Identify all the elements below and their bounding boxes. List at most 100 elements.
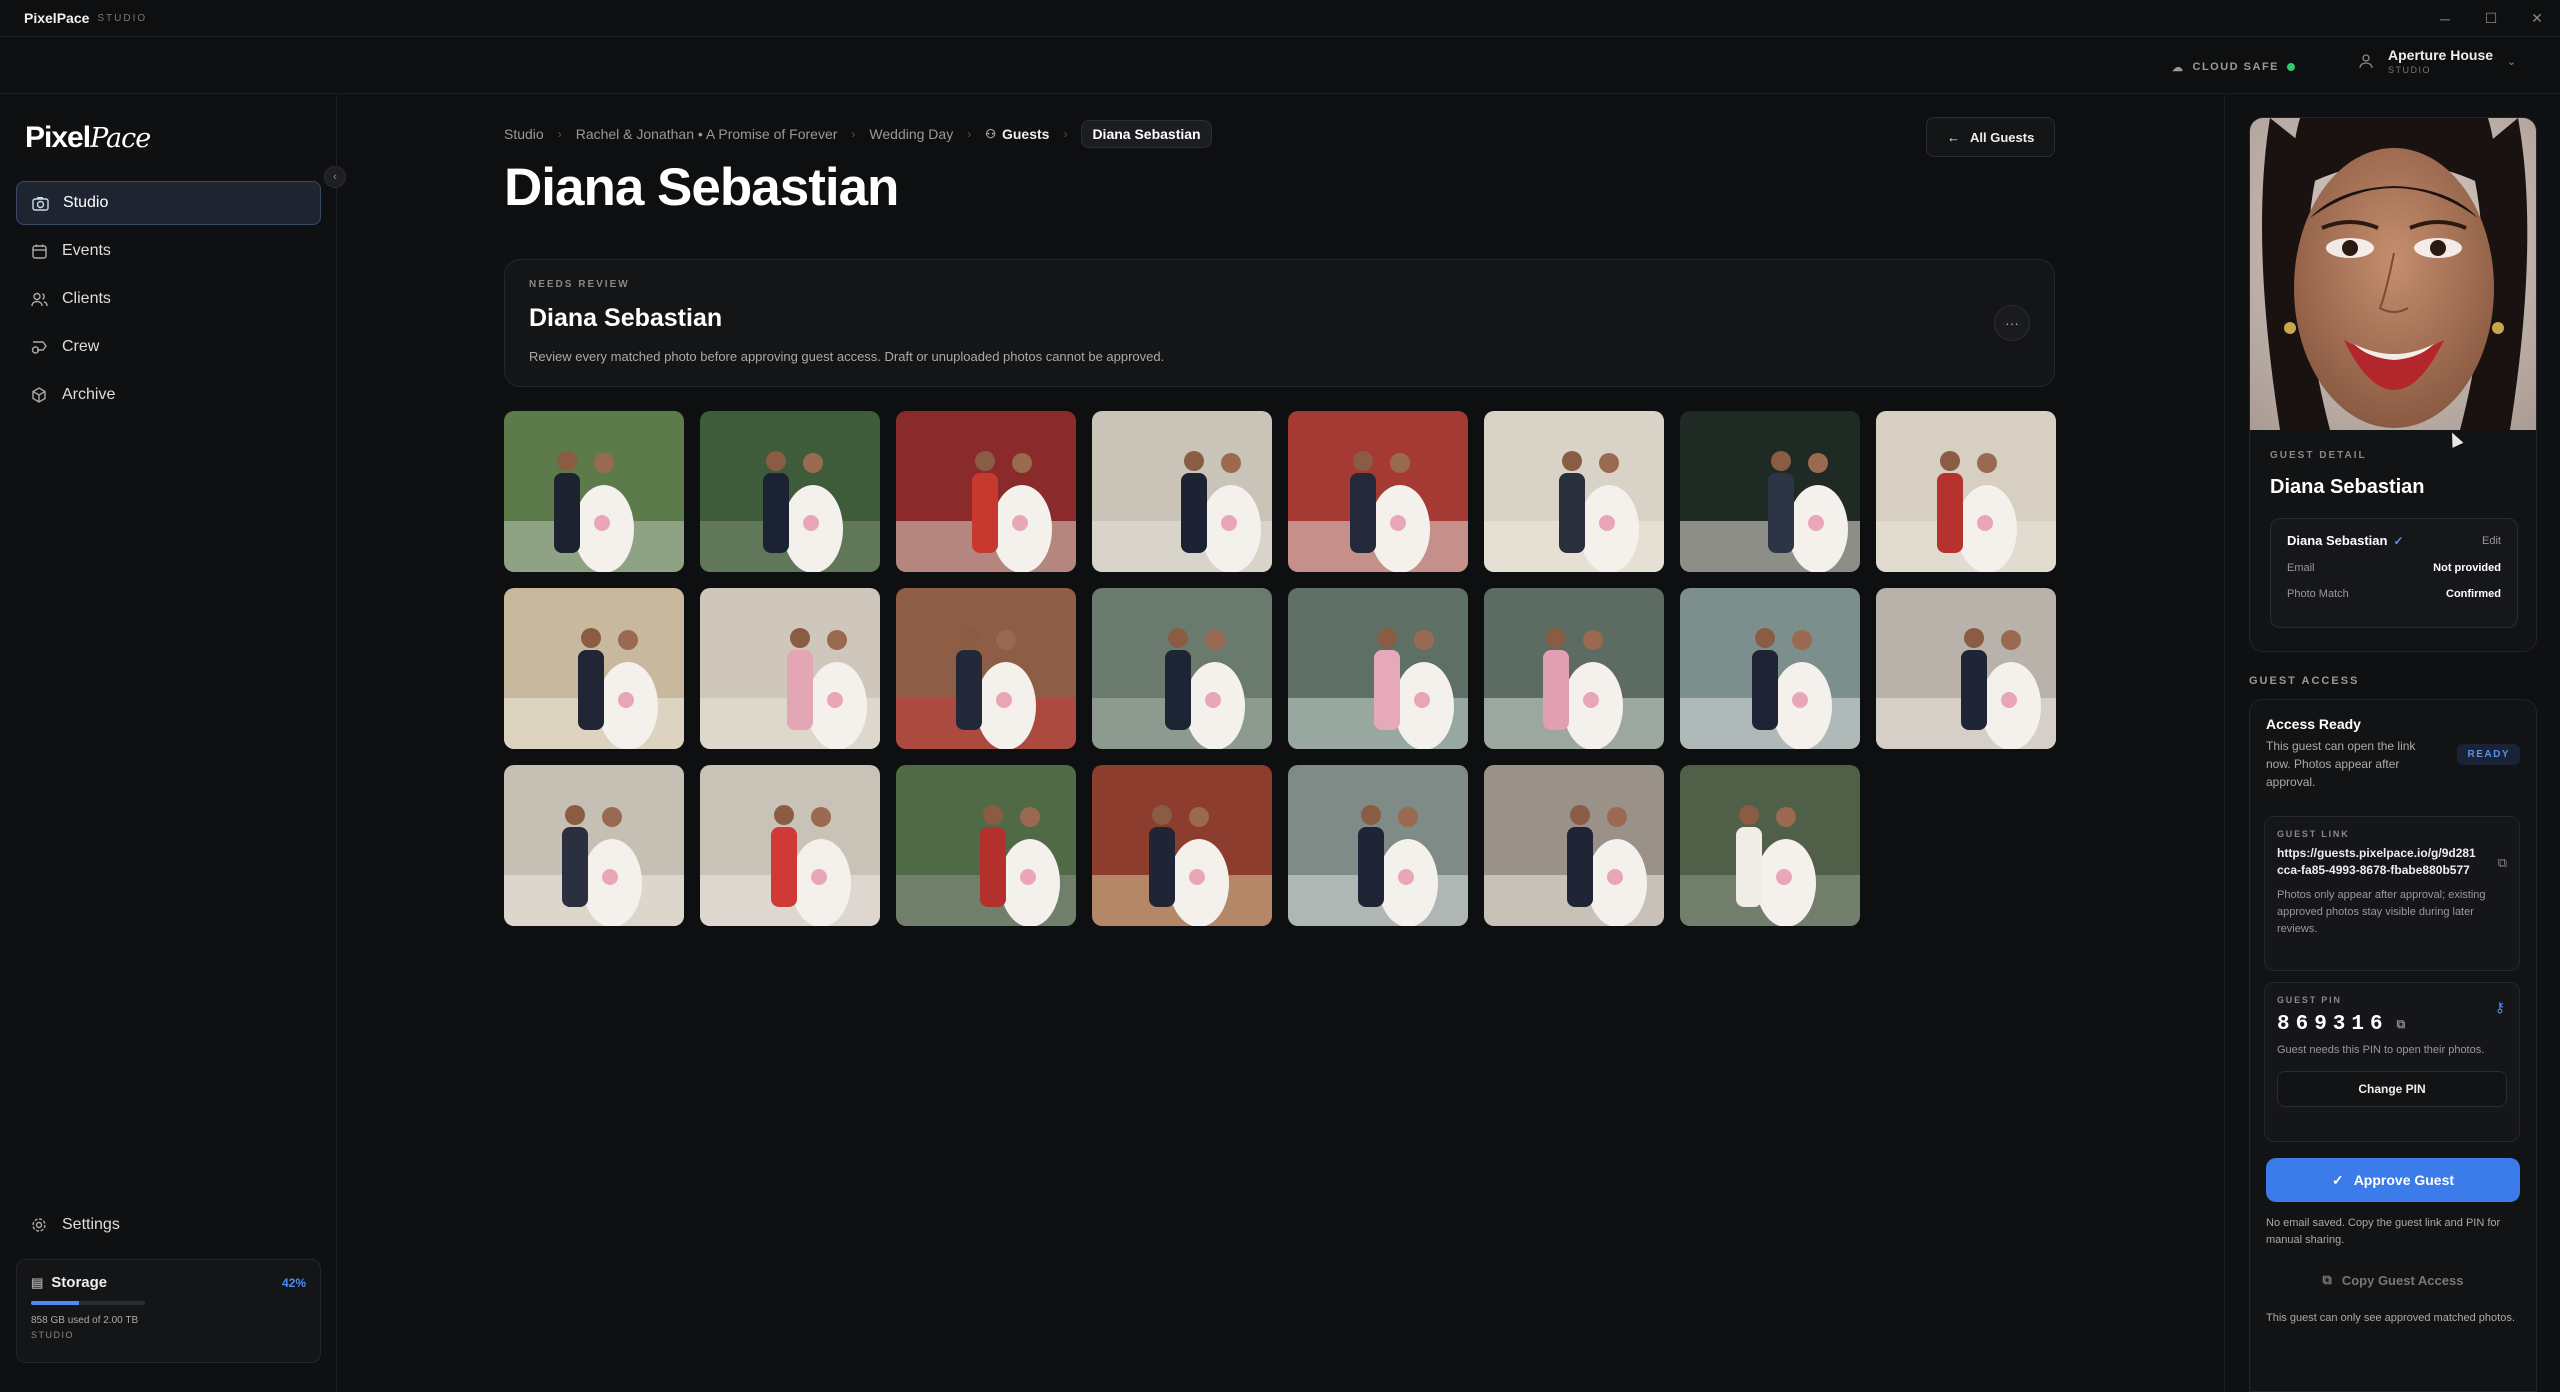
breadcrumb: Studio › Rachel & Jonathan • A Promise o… — [504, 120, 1212, 148]
chevron-left-icon: ‹ — [333, 171, 337, 183]
sidebar-item-label: Archive — [62, 386, 116, 403]
email-label: Email — [2287, 562, 2315, 574]
photo-thumbnail[interactable] — [1288, 588, 1468, 749]
access-ready-desc: This guest can open the link now. Photos… — [2266, 739, 2416, 789]
minimize-icon[interactable]: ─ — [2422, 0, 2468, 37]
photo-thumbnail[interactable] — [1680, 765, 1860, 926]
copy-icon[interactable]: ⧉ — [2397, 1018, 2406, 1032]
guest-detail-card: GUEST DETAIL Diana Sebastian Diana Sebas… — [2249, 117, 2537, 652]
photo-thumbnail[interactable] — [1092, 411, 1272, 572]
logo[interactable]: PixelPace — [25, 121, 151, 155]
photo-thumbnail[interactable] — [1680, 411, 1860, 572]
photo-thumbnail[interactable] — [896, 588, 1076, 749]
sidebar: PixelPace ‹ Studio Events Clients Crew A… — [0, 95, 346, 1392]
photo-thumbnail[interactable] — [700, 588, 880, 749]
status-dot — [2287, 63, 2295, 71]
more-options-button[interactable]: ··· — [1994, 305, 2030, 341]
maximize-icon[interactable]: ☐ — [2468, 0, 2514, 37]
sidebar-item-crew[interactable]: Crew — [16, 325, 321, 369]
approved-only-note: This guest can only see approved matched… — [2266, 1312, 2515, 1324]
cloud-status[interactable]: ☁ CLOUD SAFE — [2160, 54, 2307, 80]
chevron-down-icon: ⌄ — [2507, 55, 2517, 68]
photo-thumbnail[interactable] — [504, 588, 684, 749]
guest-pin-note: Guest needs this PIN to open their photo… — [2277, 1044, 2485, 1056]
top-bar: ☁ CLOUD SAFE Aperture House STUDIO ⌄ — [0, 38, 2560, 94]
review-card: NEEDS REVIEW Diana Sebastian Review ever… — [504, 259, 2055, 387]
photo-thumbnail[interactable] — [1876, 411, 2056, 572]
photo-thumbnail[interactable] — [1484, 411, 1664, 572]
page-title: Diana Sebastian — [504, 158, 899, 217]
guest-link[interactable]: https://guests.pixelpace.io/g/9d281cca-f… — [2277, 845, 2477, 879]
all-guests-label: All Guests — [1970, 129, 2035, 145]
photo-thumbnail[interactable] — [896, 411, 1076, 572]
storage-card[interactable]: ▤ Storage 42% 858 GB used of 2.00 TB STUD… — [16, 1259, 321, 1363]
collapse-sidebar-button[interactable]: ‹ — [324, 166, 346, 188]
approve-label: Approve Guest — [2353, 1172, 2455, 1188]
no-email-note: No email saved. Copy the guest link and … — [2266, 1217, 2501, 1246]
guest-pin-tag: GUEST PIN — [2277, 995, 2342, 1005]
chevron-right-icon: › — [967, 127, 972, 141]
breadcrumb-studio[interactable]: Studio — [504, 126, 544, 142]
photo-match-value: Confirmed — [2446, 588, 2501, 600]
gear-icon — [30, 1217, 48, 1233]
sidebar-nav: Studio Events Clients Crew Archive — [16, 181, 321, 421]
user-menu[interactable]: Aperture House STUDIO ⌄ — [2358, 47, 2516, 75]
chevron-right-icon: › — [851, 127, 856, 141]
main-content: Studio › Rachel & Jonathan • A Promise o… — [338, 95, 2223, 1392]
arrow-left-icon: ← — [1947, 129, 1960, 145]
guest-link-note: Photos only appear after approval; exist… — [2277, 889, 2486, 935]
user-role: STUDIO — [2388, 65, 2432, 75]
edit-guest-button[interactable]: Edit — [2482, 535, 2501, 547]
storage-bar — [31, 1301, 145, 1305]
photo-thumbnail[interactable] — [1876, 588, 2056, 749]
photo-thumbnail[interactable] — [1680, 588, 1860, 749]
photo-thumbnail[interactable] — [504, 765, 684, 926]
photo-thumbnail[interactable] — [1092, 588, 1272, 749]
access-ready-title: Access Ready — [2266, 716, 2361, 732]
photo-thumbnail[interactable] — [700, 765, 880, 926]
title-bar: PixelPace STUDIO ─ ☐ ✕ — [0, 0, 2560, 37]
sidebar-item-events[interactable]: Events — [16, 229, 321, 273]
photo-thumbnail[interactable] — [1288, 411, 1468, 572]
storage-icon: ▤ — [31, 1274, 44, 1290]
sidebar-item-clients[interactable]: Clients — [16, 277, 321, 321]
key-icon[interactable]: ⚷ — [2495, 999, 2505, 1016]
all-guests-button[interactable]: ← All Guests — [1926, 117, 2056, 157]
copy-icon[interactable]: ⧉ — [2498, 855, 2507, 871]
review-tag: NEEDS REVIEW — [529, 279, 630, 290]
change-pin-button[interactable]: Change PIN — [2277, 1071, 2507, 1107]
sidebar-item-label: Settings — [62, 1216, 120, 1233]
breadcrumb-event[interactable]: Rachel & Jonathan • A Promise of Forever — [576, 126, 838, 142]
breadcrumb-guests[interactable]: ⚇ Guests — [985, 126, 1049, 142]
copy-guest-access-button[interactable]: ⧉ Copy Guest Access — [2266, 1262, 2520, 1298]
photo-thumbnail[interactable] — [1288, 765, 1468, 926]
guest-link-tag: GUEST LINK — [2277, 829, 2350, 839]
sidebar-item-settings[interactable]: Settings — [16, 1203, 321, 1247]
guest-panel: GUEST DETAIL Diana Sebastian Diana Sebas… — [2224, 95, 2560, 1392]
guest-pin-box: GUEST PIN 869316 ⧉ Guest needs this PIN t… — [2264, 982, 2520, 1142]
sidebar-item-studio[interactable]: Studio — [16, 181, 321, 225]
storage-bar-fill — [31, 1301, 79, 1305]
photo-thumbnail[interactable] — [504, 411, 684, 572]
close-icon[interactable]: ✕ — [2514, 0, 2560, 37]
photo-thumbnail[interactable] — [1484, 765, 1664, 926]
breadcrumb-current: Diana Sebastian — [1081, 120, 1212, 148]
photo-thumbnail[interactable] — [896, 765, 1076, 926]
storage-plan: STUDIO — [31, 1330, 75, 1340]
sidebar-item-label: Clients — [62, 290, 111, 307]
review-guest-name: Diana Sebastian — [529, 304, 723, 332]
breadcrumb-day[interactable]: Wedding Day — [869, 126, 953, 142]
guest-box-name: Diana Sebastian — [2287, 533, 2388, 548]
photo-thumbnail[interactable] — [700, 411, 880, 572]
archive-icon — [30, 387, 48, 403]
sidebar-item-archive[interactable]: Archive — [16, 373, 321, 417]
cloud-label: CLOUD SAFE — [2192, 61, 2279, 73]
app-name: PixelPace — [24, 10, 90, 26]
photo-thumbnail[interactable] — [1484, 588, 1664, 749]
approve-guest-button[interactable]: ✓ Approve Guest — [2266, 1158, 2520, 1202]
verified-icon: ✓ — [2393, 533, 2404, 548]
app-edition: STUDIO — [97, 12, 148, 24]
photo-thumbnail[interactable] — [1092, 765, 1272, 926]
cloud-icon: ☁ — [2172, 61, 2185, 74]
guest-access-card: Access Ready This guest can open the lin… — [2249, 699, 2537, 1392]
